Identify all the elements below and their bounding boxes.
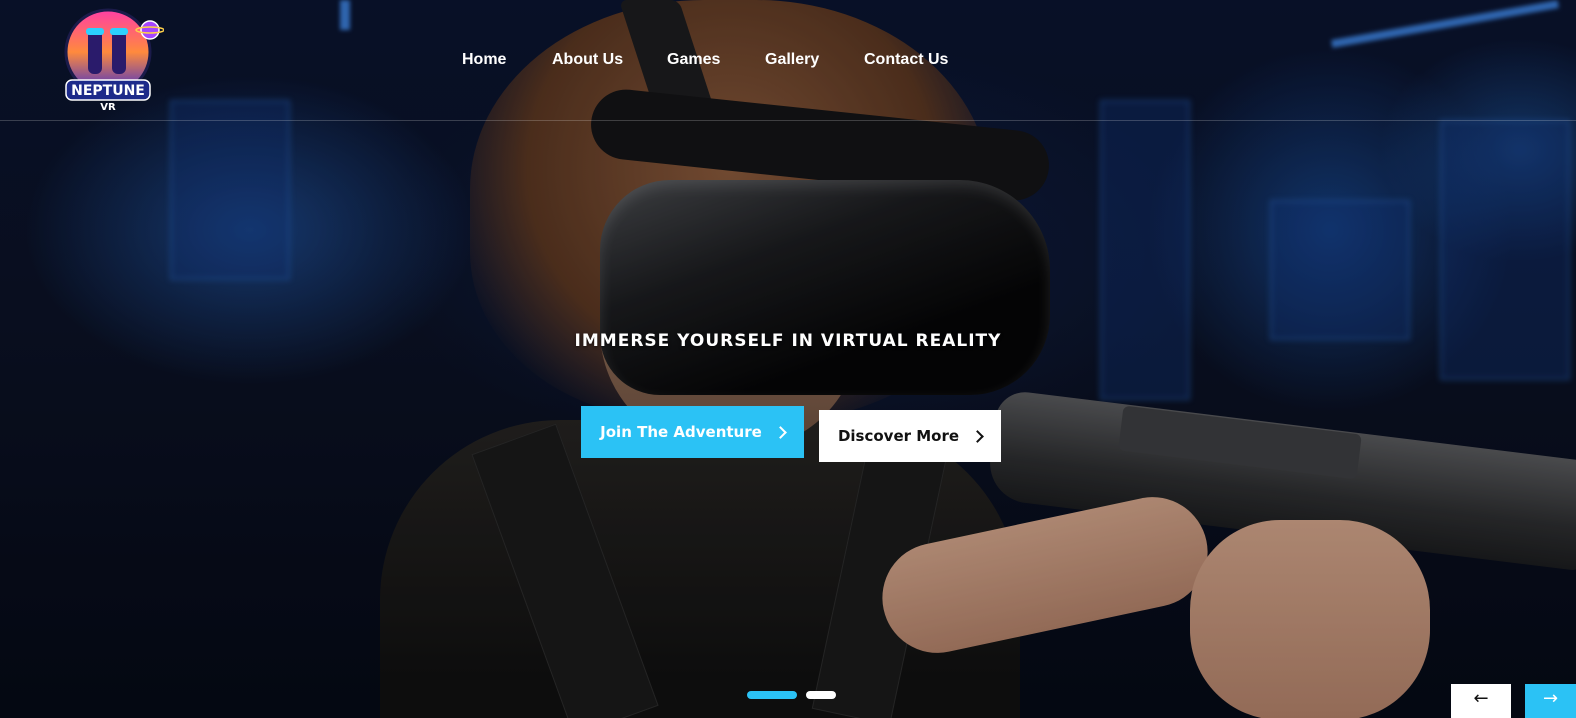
hero-overlay: [0, 0, 1576, 718]
logo-visor: [86, 28, 104, 35]
logo-text: NEPTUNE: [71, 83, 145, 99]
carousel-dot[interactable]: [806, 691, 836, 699]
hero-headline: IMMERSE YOURSELF IN VIRTUAL REALITY: [574, 331, 1002, 351]
main-nav: Home About Us Games Gallery Contact Us: [0, 50, 1576, 72]
arrow-right-icon: →: [1542, 688, 1559, 709]
carousel-dot-active[interactable]: [747, 691, 797, 699]
nav-item-home[interactable]: Home: [462, 50, 506, 70]
nav-item-gallery[interactable]: Gallery: [765, 50, 819, 70]
logo-planet: [140, 20, 160, 40]
chevron-right-icon: [773, 425, 787, 439]
logo-subtext: VR: [100, 102, 116, 113]
join-adventure-button[interactable]: Join The Adventure: [581, 406, 804, 458]
join-adventure-label: Join The Adventure: [600, 423, 762, 441]
carousel-next-button[interactable]: →: [1525, 684, 1576, 718]
arrow-left-icon: ←: [1473, 688, 1489, 709]
discover-more-button[interactable]: Discover More: [819, 410, 1001, 462]
nav-item-contact-us[interactable]: Contact Us: [864, 50, 948, 70]
chevron-right-icon: [971, 429, 984, 443]
carousel-prev-button[interactable]: ←: [1451, 684, 1511, 718]
discover-more-label: Discover More: [837, 427, 960, 445]
logo-visor: [110, 28, 128, 35]
nav-item-games[interactable]: Games: [667, 50, 720, 70]
header-divider: [0, 120, 1576, 121]
hero-background: [0, 0, 1576, 718]
nav-item-about-us[interactable]: About Us: [552, 50, 623, 70]
